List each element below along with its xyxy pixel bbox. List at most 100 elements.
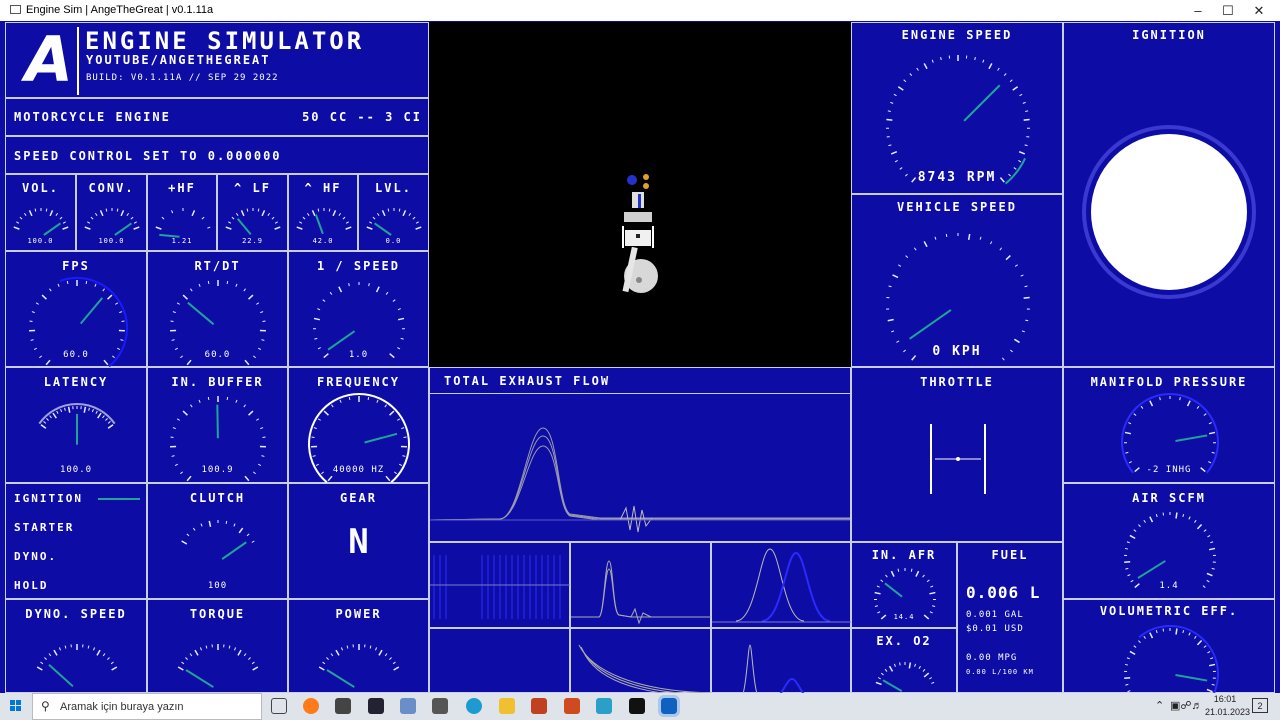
ex-o2-dial (875, 662, 935, 693)
app-icon-6[interactable] (596, 698, 612, 714)
tray-icons[interactable]: ▣☍♬ (1170, 699, 1203, 712)
app-icon-4[interactable] (531, 698, 547, 714)
exhaust-flow-panel: TOTAL EXHAUST FLOW (429, 367, 851, 542)
clock-time[interactable]: 16:01 (1205, 694, 1245, 704)
hf-gauge-value: 1.21 (171, 237, 193, 245)
plot-cylinder-pressure-chart (430, 555, 571, 619)
engine-sim-taskbar-icon[interactable] (658, 695, 680, 717)
lvl-gauge-value: 0.0 (385, 237, 402, 245)
plot-valve-lift (711, 542, 852, 628)
firefox-icon[interactable] (303, 698, 319, 714)
in-afr-value: 14.4 (893, 613, 915, 621)
lvl-gauge: LVL. 0.0 (358, 174, 429, 251)
window-titlebar: Engine Sim | AngeTheGreat | v0.1.11a – ☐… (0, 0, 1280, 21)
speed-ratio-gauge-value: 1.0 (348, 350, 369, 360)
start-button[interactable] (10, 700, 22, 712)
app-icon-1[interactable] (335, 698, 351, 714)
task-view-icon[interactable] (271, 698, 287, 714)
clutch-gauge-value: 100 (207, 581, 228, 591)
hold-toggle-label[interactable]: HOLD (14, 579, 49, 592)
ignition-display (1082, 125, 1256, 299)
maximize-button[interactable]: ☐ (1213, 0, 1243, 21)
tray-chevron-icon[interactable]: ⌃ (1155, 699, 1164, 712)
starter-toggle-label[interactable]: STARTER (14, 521, 74, 534)
fuel-main-value: 0.006 L (966, 583, 1041, 602)
unity-icon[interactable] (432, 698, 448, 714)
gear-panel: GEAR N (288, 483, 429, 599)
vehicle-speed-value: 0 KPH (932, 344, 982, 359)
exhaust-flow-plot (430, 427, 850, 533)
app-title: ENGINE SIMULATOR (85, 27, 365, 55)
engine-speed-value: 8743 RPM (917, 170, 997, 185)
in-buffer-gauge: IN. BUFFER 100.9 (147, 367, 288, 483)
lf-gauge: ^ LF 22.9 (217, 174, 288, 251)
logo-letter: A (25, 23, 73, 96)
plot-cylinder-pressure (429, 542, 571, 628)
speed-control-panel: SPEED CONTROL SET TO 0.000000 (5, 136, 429, 174)
clutch-gauge: CLUTCH 100 (147, 483, 288, 599)
clock-date[interactable]: 21.01.2023 (1205, 707, 1250, 717)
engine-name-panel: MOTORCYCLE ENGINE 50 CC -- 3 CI (5, 98, 429, 136)
header-panel: A ENGINE SIMULATOR YOUTUBE/ANGETHEGREAT … (5, 22, 429, 98)
plot-intake-flow (570, 542, 712, 628)
vehicle-speed-dial (886, 233, 1030, 361)
power-gauge: POWER (288, 599, 429, 693)
lf-gauge-value: 22.9 (242, 237, 263, 245)
fps-gauge-value: 60.0 (63, 350, 89, 360)
app-icon-5[interactable] (564, 698, 580, 714)
search-icon: ⚲ (41, 699, 50, 713)
build-info: BUILD: V0.1.11A // SEP 29 2022 (86, 73, 279, 83)
hf2-gauge-value: 42.0 (312, 237, 334, 245)
minimize-button[interactable]: – (1183, 0, 1213, 21)
notification-button[interactable]: 2 (1252, 698, 1268, 713)
speed-ratio-gauge: 1 / SPEED 1.0 (288, 251, 429, 367)
frequency-gauge-value: 40000 HZ (332, 465, 385, 475)
plot-pv-diagram-chart (578, 644, 712, 693)
dyno-speed-gauge-dial (36, 644, 118, 688)
taskbar-search[interactable]: ⚲ Aramak için buraya yazın (32, 693, 262, 720)
speed-control-text: SPEED CONTROL SET TO 0.000000 (14, 149, 282, 163)
air-scfm-value: 1.4 (1159, 581, 1179, 591)
plot-exhaust-valve-chart (742, 644, 805, 693)
fuel-mpg: 0.00 MPG (966, 653, 1018, 663)
edge-icon[interactable] (466, 698, 482, 714)
engine-name: MOTORCYCLE ENGINE (14, 110, 171, 124)
controls-panel: IGNITION STARTER DYNO. HOLD (5, 483, 147, 599)
ex-o2-gauge: EX. O2 (851, 628, 957, 693)
air-scfm-gauge: AIR SCFM 1.4 (1063, 483, 1275, 599)
engine-animation (622, 174, 658, 293)
plot-pv-diagram (570, 628, 712, 693)
throttle-panel: THROTTLE (851, 367, 1063, 542)
fuel-gal: 0.001 GAL (966, 610, 1024, 620)
hf2-gauge: ^ HF 42.0 (288, 174, 358, 251)
dyno-speed-gauge: DYNO. SPEED (5, 599, 147, 693)
engine-displacement: 50 CC -- 3 CI (302, 110, 422, 124)
logo: A (13, 23, 79, 96)
app-subtitle: YOUTUBE/ANGETHEGREAT (86, 53, 271, 67)
windows-taskbar: ⚲ Aramak için buraya yazın ⌃ ▣☍♬ 16:01 2… (0, 693, 1280, 720)
engine-view[interactable] (429, 22, 851, 367)
plot-intake-flow-chart (571, 560, 712, 625)
close-button[interactable]: ✕ (1244, 0, 1274, 21)
conv-gauge: CONV. 100.0 (76, 174, 147, 251)
gear-label: GEAR (340, 491, 377, 505)
fuel-label: FUEL (991, 548, 1029, 562)
app-icon-3[interactable] (400, 698, 416, 714)
plot-empty (429, 628, 570, 693)
vol-gauge-value: 100.0 (27, 237, 54, 245)
app-icon-2[interactable] (368, 698, 384, 714)
in-buffer-gauge-value: 100.9 (201, 465, 234, 475)
throttle-indicator (930, 424, 986, 494)
window-title: Engine Sim | AngeTheGreat | v0.1.11a (26, 4, 214, 16)
latency-gauge: LATENCY 100.0 (5, 367, 147, 483)
torque-gauge: TORQUE (147, 599, 288, 693)
gear-value: N (348, 522, 369, 562)
dyno-toggle-label[interactable]: DYNO. (14, 550, 57, 563)
power-gauge-dial (318, 644, 400, 688)
file-explorer-icon[interactable] (499, 698, 515, 714)
terminal-icon[interactable] (629, 698, 645, 714)
app-icon (10, 5, 21, 14)
ignition-toggle-label[interactable]: IGNITION (14, 492, 83, 505)
volumetric-eff-gauge: VOLUMETRIC EFF. (1063, 599, 1275, 693)
vol-gauge: VOL. 100.0 (5, 174, 76, 251)
